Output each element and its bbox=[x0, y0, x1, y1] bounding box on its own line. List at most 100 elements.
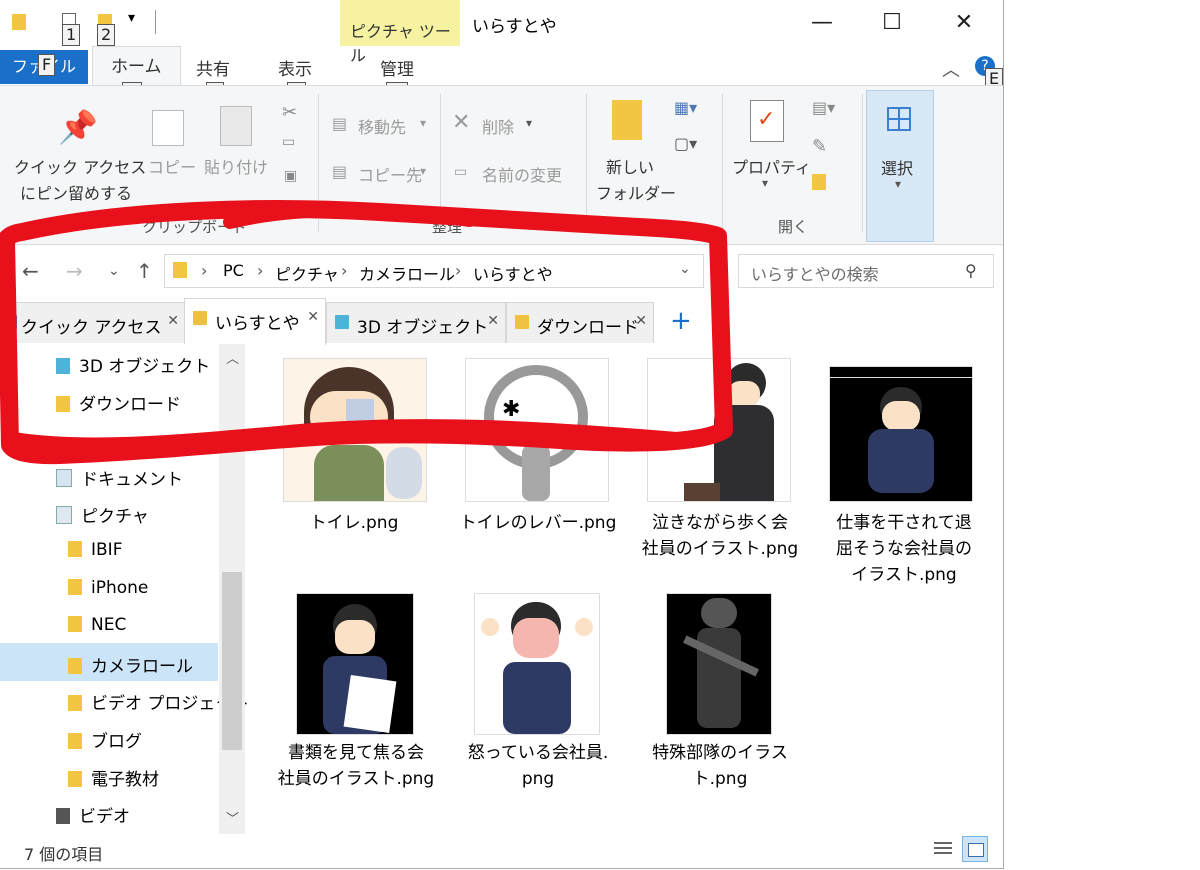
pin-quick-access-button[interactable]: クイック アクセス bbox=[14, 154, 146, 178]
thumbnail-bored-worker[interactable] bbox=[829, 366, 973, 502]
minimize-button[interactable]: — bbox=[792, 6, 852, 40]
scroll-up-icon[interactable]: ︿ bbox=[226, 348, 239, 367]
folder-tab-3d-objects[interactable]: 3D オブジェクト ✕ bbox=[326, 302, 506, 343]
breadcrumb-pictures[interactable]: ピクチャ bbox=[275, 261, 339, 285]
nav-item-camera-roll[interactable]: カメラロール bbox=[68, 652, 193, 677]
thumbnail-toilet[interactable] bbox=[283, 358, 427, 502]
breadcrumb-pc[interactable]: PC bbox=[223, 261, 244, 280]
file-name[interactable]: 泣きながら歩く会 社員のイラスト.png bbox=[638, 510, 802, 562]
select-label: 選択 bbox=[881, 159, 914, 178]
explorer-window: ▾ 1 2 ピクチャ ツール いらすとや — ☐ ✕ ファイル F ホーム H … bbox=[0, 0, 1004, 869]
rename-icon: ▭ bbox=[454, 164, 468, 180]
nav-scrollbar-thumb[interactable] bbox=[222, 572, 242, 750]
nav-item-nec[interactable]: NEC bbox=[68, 615, 126, 635]
search-icon[interactable]: ⚲ bbox=[965, 261, 977, 280]
tab-manage[interactable]: 管理 bbox=[380, 55, 414, 80]
forward-button[interactable]: → bbox=[66, 259, 83, 283]
edit-icon[interactable]: ✎ bbox=[812, 136, 827, 157]
paste-icon bbox=[220, 106, 252, 146]
delete-button[interactable]: 削除 bbox=[482, 114, 514, 138]
copy-path-icon[interactable]: ▭ bbox=[282, 134, 295, 150]
title-divider bbox=[155, 10, 156, 34]
folder-icon bbox=[173, 262, 187, 278]
nav-item-videos[interactable]: ビデオ bbox=[56, 802, 130, 827]
thumbnail-special-forces[interactable] bbox=[666, 593, 772, 735]
history-icon[interactable] bbox=[812, 174, 826, 190]
picture-tools-context: ピクチャ ツール bbox=[340, 0, 460, 65]
delete-dropdown-icon[interactable]: ▾ bbox=[526, 116, 532, 130]
tab-home[interactable]: ホーム bbox=[92, 46, 181, 87]
breadcrumb-chevron-icon: › bbox=[257, 261, 264, 280]
tab-view[interactable]: 表示 bbox=[278, 55, 312, 80]
group-separator bbox=[722, 94, 723, 232]
close-tab-icon[interactable]: ✕ bbox=[487, 313, 499, 329]
file-name[interactable]: 怒っている会社員. png bbox=[458, 740, 618, 792]
maximize-button[interactable]: ☐ bbox=[862, 6, 922, 40]
nav-item-downloads[interactable]: ダウンロード bbox=[56, 390, 181, 415]
thumbnail-toilet-lever[interactable]: ✱ bbox=[465, 358, 609, 502]
close-tab-icon[interactable]: ✕ bbox=[635, 313, 647, 329]
breadcrumb-irasutoya[interactable]: いらすとや bbox=[473, 261, 553, 285]
up-button[interactable]: ↑ bbox=[136, 259, 153, 283]
file-name[interactable]: トイレ.png bbox=[276, 510, 432, 536]
search-input[interactable]: いらすとやの検索 ⚲ bbox=[738, 254, 994, 288]
address-dropdown-icon[interactable]: ⌄ bbox=[679, 261, 691, 277]
breadcrumb-camera-roll[interactable]: カメラロール bbox=[359, 261, 455, 285]
collapse-ribbon-icon[interactable]: ︿ bbox=[942, 56, 960, 82]
folder-icon[interactable] bbox=[12, 14, 26, 30]
copy-to-dropdown-icon[interactable]: ▾ bbox=[420, 164, 426, 178]
group-new-label: 新規 bbox=[634, 218, 665, 236]
properties-button[interactable]: プロパティ bbox=[732, 154, 811, 178]
select-button[interactable]: 選択 ▾ bbox=[866, 90, 934, 242]
recent-locations-icon[interactable]: ⌄ bbox=[108, 263, 120, 279]
cut-icon[interactable]: ✂ bbox=[282, 102, 297, 123]
move-to-dropdown-icon[interactable]: ▾ bbox=[420, 116, 426, 130]
nav-item-blog[interactable]: ブログ bbox=[68, 727, 142, 752]
details-view-icon[interactable] bbox=[930, 836, 956, 862]
new-folder-button[interactable]: 新しい bbox=[606, 154, 654, 178]
paste-button[interactable]: 貼り付け bbox=[204, 154, 268, 178]
folder-tab-irasutoya[interactable]: いらすとや ✕ bbox=[184, 298, 326, 345]
new-tab-button[interactable]: + bbox=[670, 306, 692, 336]
copy-to-button[interactable]: コピー先 bbox=[358, 162, 422, 186]
thumbnail-document-worker[interactable] bbox=[296, 593, 414, 735]
copy-button[interactable]: コピー bbox=[148, 154, 196, 178]
new-item-icon[interactable]: ▦▾ bbox=[674, 98, 697, 117]
customize-dropdown-icon[interactable]: ▾ bbox=[128, 10, 135, 26]
nav-item-e-learning[interactable]: 電子教材 bbox=[68, 765, 159, 790]
download-folder-icon bbox=[515, 315, 529, 329]
keytip-f: F bbox=[38, 54, 56, 76]
title-bar: ▾ 1 2 ピクチャ ツール いらすとや — ☐ ✕ bbox=[0, 0, 1003, 65]
nav-item-iphone[interactable]: iPhone bbox=[68, 578, 148, 598]
move-to-button[interactable]: 移動先 bbox=[358, 114, 406, 138]
large-icons-view-icon[interactable] bbox=[962, 836, 988, 862]
group-organize-label: 整理 bbox=[432, 218, 463, 236]
new-folder-label2: フォルダー bbox=[596, 184, 677, 203]
easy-access-icon[interactable]: ▢▾ bbox=[674, 134, 697, 153]
copy-icon bbox=[152, 110, 184, 146]
file-name[interactable]: トイレのレバー.png bbox=[456, 510, 620, 536]
back-button[interactable]: ← bbox=[22, 259, 39, 283]
folder-tab-quick-access[interactable]: クイック アクセス ✕ bbox=[0, 302, 186, 343]
nav-item-3d-objects[interactable]: 3D オブジェクト bbox=[56, 352, 210, 377]
nav-item-documents[interactable]: ドキュメント bbox=[56, 465, 183, 490]
file-name[interactable]: 仕事を干されて退 屈そうな会社員の イラスト.png bbox=[822, 510, 986, 588]
rename-button[interactable]: 名前の変更 bbox=[482, 162, 562, 186]
tab-share[interactable]: 共有 bbox=[196, 55, 230, 80]
nav-item-ibif[interactable]: IBIF bbox=[68, 540, 122, 560]
close-button[interactable]: ✕ bbox=[934, 6, 994, 40]
scroll-down-icon[interactable]: ﹀ bbox=[226, 808, 239, 827]
close-tab-icon[interactable]: ✕ bbox=[307, 309, 319, 325]
thumbnail-angry-worker[interactable] bbox=[474, 593, 600, 735]
folder-tab-downloads[interactable]: ダウンロード ✕ bbox=[506, 302, 654, 343]
open-icon[interactable]: ▤▾ bbox=[812, 98, 835, 117]
close-tab-icon[interactable]: ✕ bbox=[167, 313, 179, 329]
file-name[interactable]: 特殊部隊のイラス ト.png bbox=[640, 740, 800, 792]
address-bar[interactable]: › PC › ピクチャ › カメラロール › いらすとや ⌄ bbox=[164, 254, 704, 288]
thumbnail-crying-worker[interactable] bbox=[647, 358, 791, 502]
paste-shortcut-icon[interactable]: ▣ bbox=[284, 168, 297, 184]
file-name[interactable]: 書類を見て焦る会 社員のイラスト.png bbox=[276, 740, 436, 792]
nav-item-pictures[interactable]: ピクチャ bbox=[56, 502, 149, 527]
group-clipboard-label: クリップボード bbox=[142, 218, 248, 236]
properties-dropdown-icon[interactable]: ▾ bbox=[762, 176, 768, 190]
